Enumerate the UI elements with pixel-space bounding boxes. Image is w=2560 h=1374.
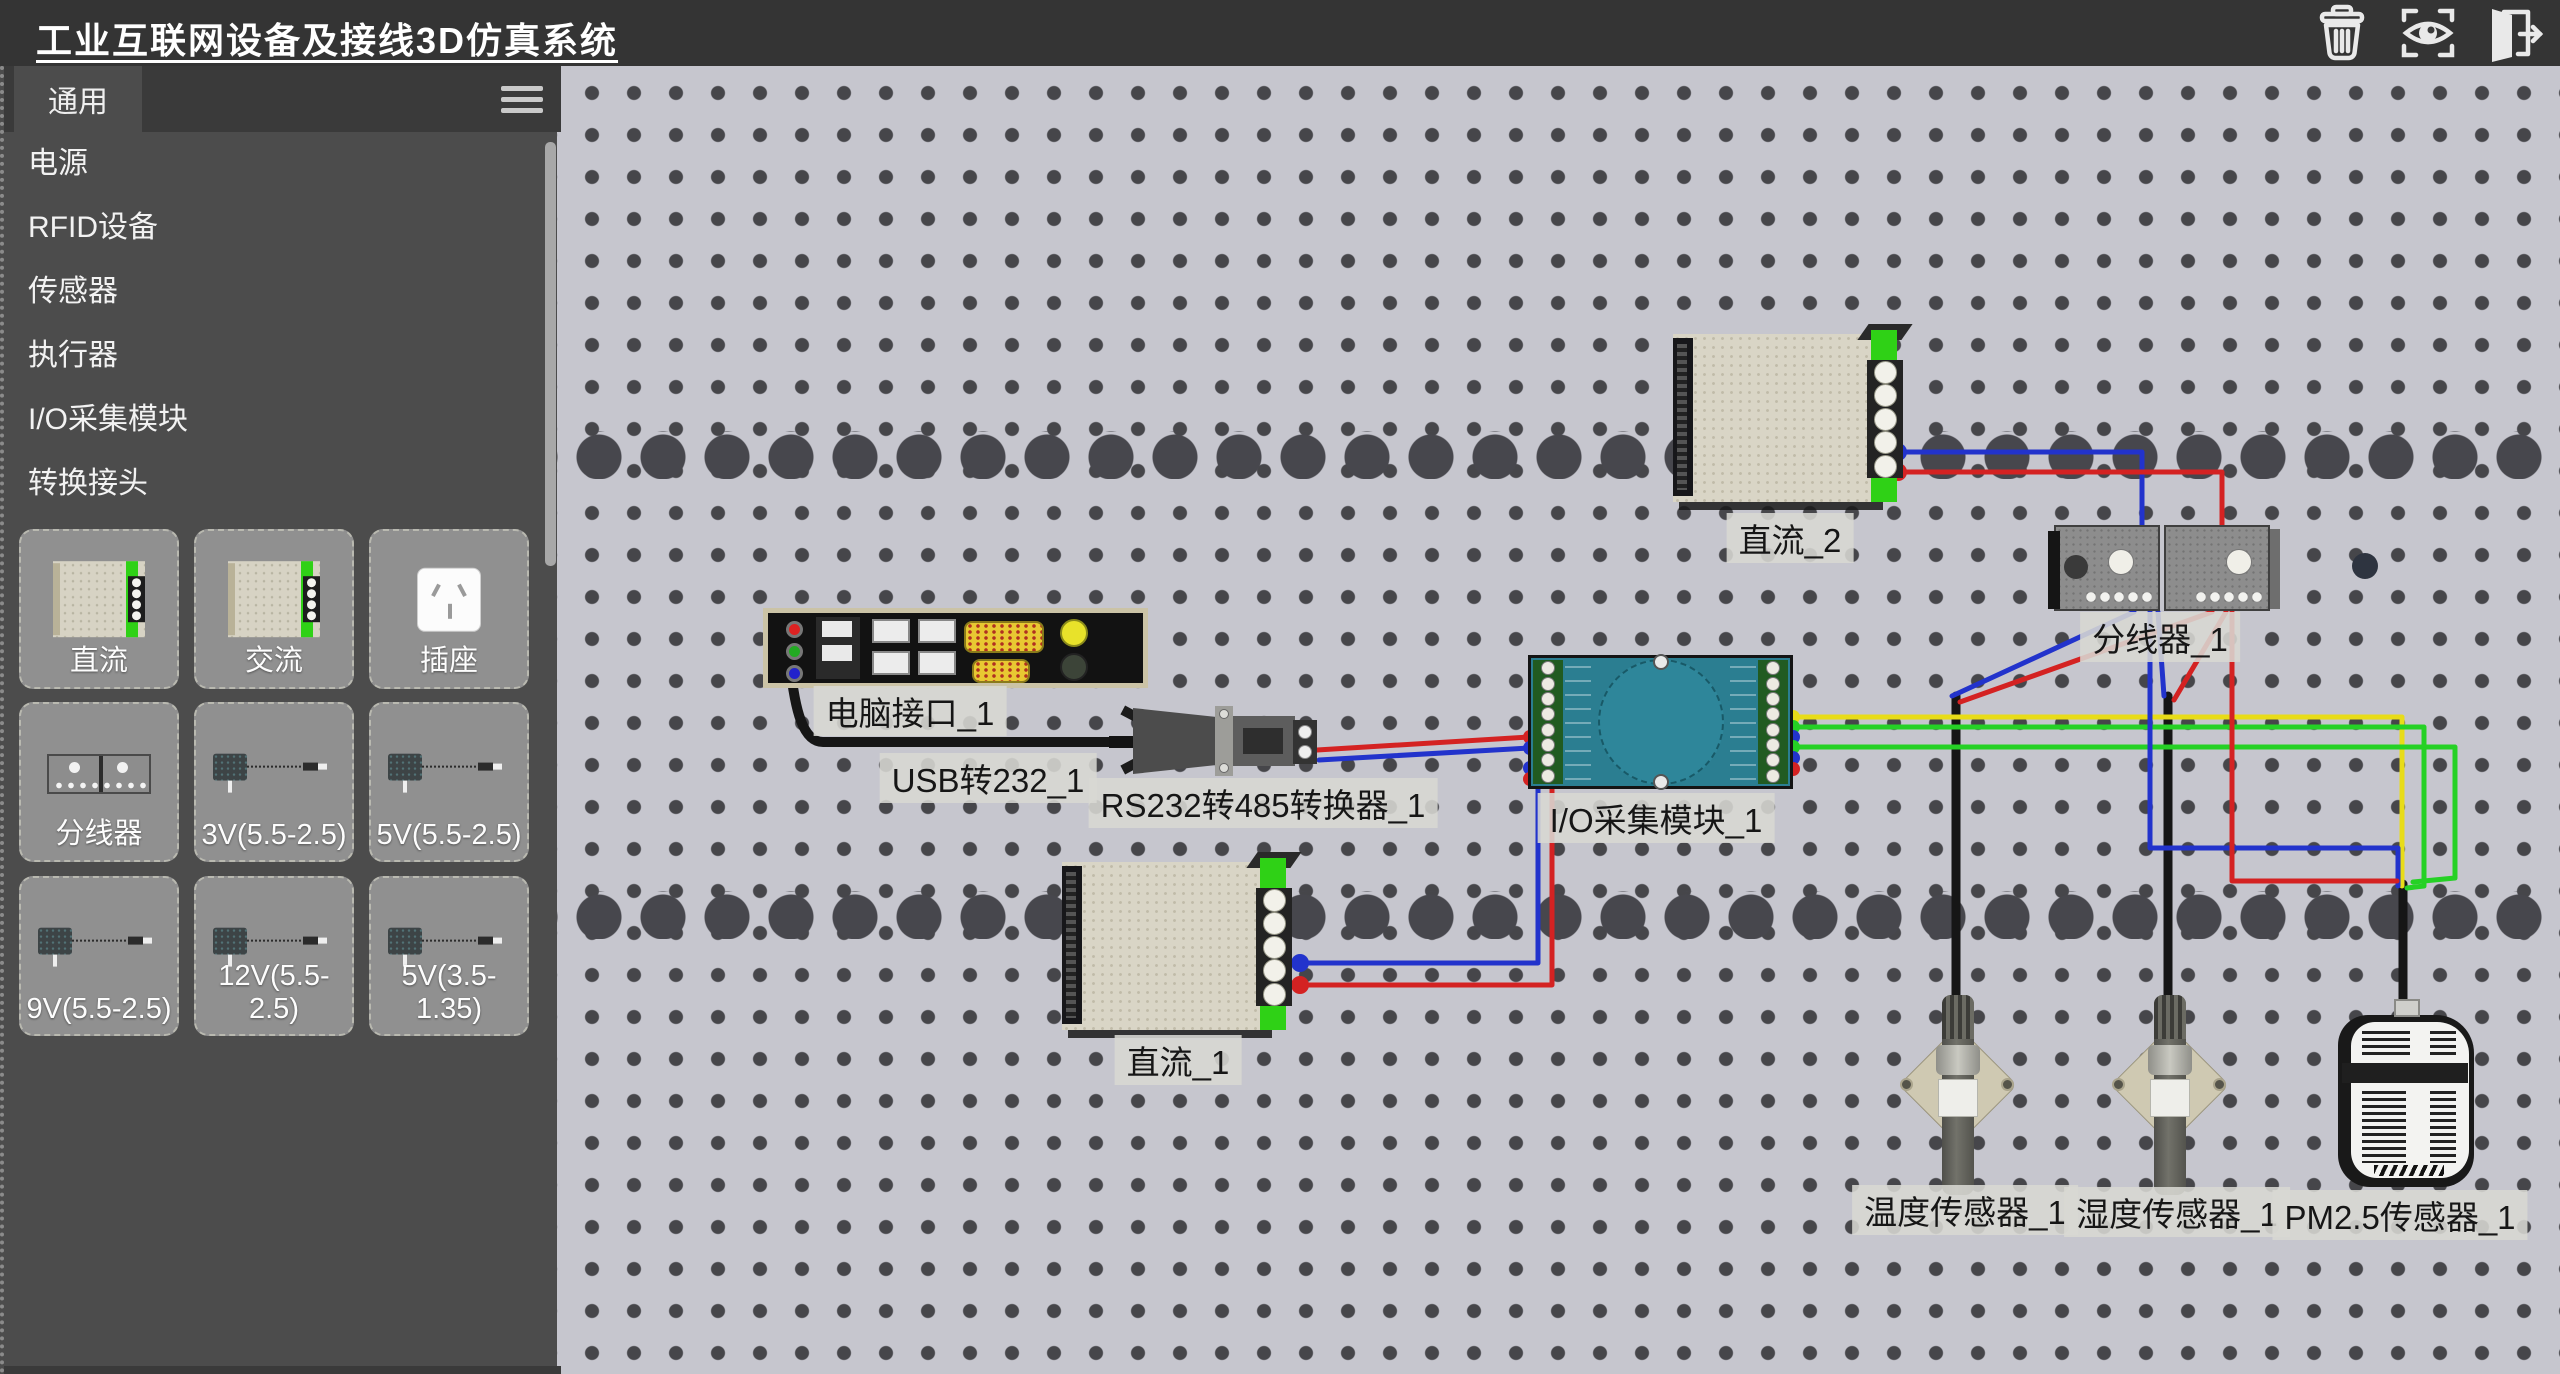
pegboard-slot-row <box>557 431 2560 479</box>
exit-icon[interactable] <box>2482 4 2546 62</box>
usb-ports <box>872 619 910 675</box>
device-splitter[interactable] <box>2048 525 2280 617</box>
device-pm25-sensor[interactable] <box>2338 1015 2474 1187</box>
tab-general[interactable]: 通用 <box>14 66 142 132</box>
audio-jack-red <box>786 621 803 638</box>
device-label: 直流_1 <box>1115 1035 1242 1085</box>
device-label: I/O采集模块_1 <box>1538 793 1775 843</box>
sidebar: 通用 电源 RFID设备 传感器 执行器 I/O采集模块 转换接头 直流 交流 … <box>0 66 557 1374</box>
adapter-thumbnail <box>38 923 160 971</box>
menu-icon[interactable] <box>501 86 543 114</box>
audio-jack-blue <box>786 665 803 682</box>
device-io-module[interactable] <box>1528 655 1793 789</box>
sidebar-scrollbar[interactable] <box>545 142 556 566</box>
app-title: 工业互联网设备及接线3D仿真系统 <box>36 12 618 64</box>
serial-port <box>964 621 1044 653</box>
splitter-thumbnail <box>47 754 151 794</box>
palette-item-12v-adapter[interactable]: 12V(5.5-2.5) <box>194 876 354 1036</box>
pegboard-slot-row <box>557 891 2560 939</box>
palette-item-ac[interactable]: 交流 <box>194 529 354 689</box>
device-humidity-sensor[interactable] <box>2110 995 2230 1201</box>
device-pc-interface[interactable] <box>763 608 1148 688</box>
palette-item-3v-adapter[interactable]: 3V(5.5-2.5) <box>194 702 354 862</box>
device-label: PM2.5传感器_1 <box>2272 1190 2527 1240</box>
menu-item-adapter[interactable]: 转换接头 <box>4 452 561 516</box>
device-label: USB转232_1 <box>880 753 1097 803</box>
device-label: 湿度传感器_1 <box>2064 1187 2290 1237</box>
device-label: 电脑接口_1 <box>814 686 1007 736</box>
toolbar <box>2310 4 2546 62</box>
menu-item-sensor[interactable]: 传感器 <box>4 260 561 324</box>
menu-item-power[interactable]: 电源 <box>4 132 561 196</box>
device-dc-power-2[interactable] <box>1673 330 1903 506</box>
audio-jack-green <box>786 643 803 660</box>
palette-item-socket[interactable]: 插座 <box>369 529 529 689</box>
adapter-thumbnail <box>388 749 510 797</box>
menu-item-actuator[interactable]: 执行器 <box>4 324 561 388</box>
sidebar-tab-row: 通用 <box>4 66 561 132</box>
palette-item-5v-small-adapter[interactable]: 5V(3.5-1.35) <box>369 876 529 1036</box>
palette-item-dc[interactable]: 直流 <box>19 529 179 689</box>
menu-item-rfid[interactable]: RFID设备 <box>4 196 561 260</box>
device-label: 直流_2 <box>1727 513 1854 563</box>
palette-item-splitter[interactable]: 分线器 <box>19 702 179 862</box>
menu-item-io-module[interactable]: I/O采集模块 <box>4 388 561 452</box>
sidebar-bottom-strip <box>4 1366 561 1374</box>
usb-ports <box>918 619 956 675</box>
ac-psu-thumbnail <box>228 561 320 637</box>
top-bar: 工业互联网设备及接线3D仿真系统 <box>0 0 2560 66</box>
socket-thumbnail <box>417 568 481 632</box>
device-label: 温度传感器_1 <box>1852 1185 2078 1235</box>
device-rs232-485-converter[interactable] <box>1115 706 1317 776</box>
trash-icon[interactable] <box>2310 4 2374 62</box>
device-temperature-sensor[interactable] <box>1898 995 2018 1201</box>
adapter-thumbnail <box>213 749 335 797</box>
device-label: 分线器_1 <box>2080 612 2240 662</box>
palette-item-5v-adapter[interactable]: 5V(5.5-2.5) <box>369 702 529 862</box>
category-menu: 电源 RFID设备 传感器 执行器 I/O采集模块 转换接头 <box>4 132 561 516</box>
dc-psu-thumbnail <box>53 561 145 637</box>
device-label: RS232转485转换器_1 <box>1089 778 1438 828</box>
palette-item-9v-adapter[interactable]: 9V(5.5-2.5) <box>19 876 179 1036</box>
device-dc-power-1[interactable] <box>1062 858 1292 1034</box>
serial-port <box>972 659 1030 683</box>
view-focus-icon[interactable] <box>2396 4 2460 62</box>
simulation-canvas[interactable]: 直流_2 电脑接口_1 USB转232_1 RS232转485转换器_1 I/O… <box>557 66 2560 1374</box>
